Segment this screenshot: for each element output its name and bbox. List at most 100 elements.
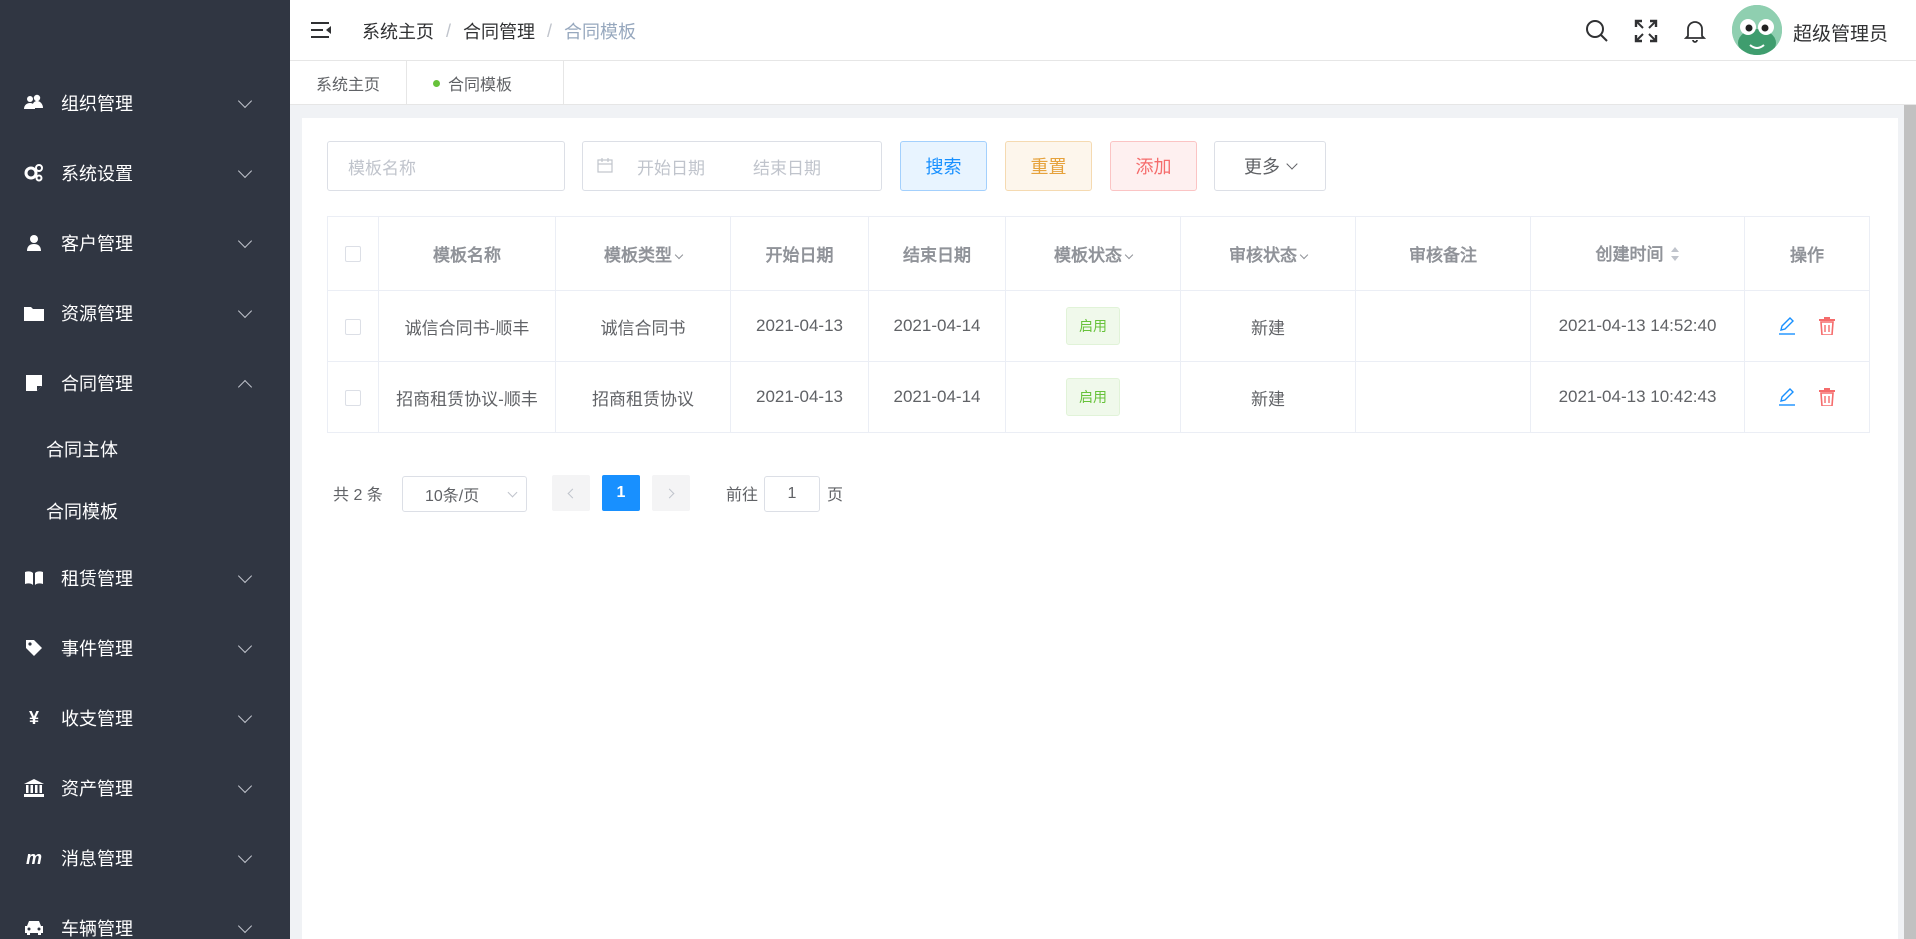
sidebar-item-label: 合同管理 bbox=[61, 374, 133, 394]
breadcrumb-separator: / bbox=[547, 20, 553, 41]
cell-audit: 新建 bbox=[1180, 361, 1356, 433]
edit-icon[interactable] bbox=[1775, 314, 1799, 338]
chevron-left-icon bbox=[567, 488, 578, 498]
end-date-input[interactable]: 结束日期 bbox=[753, 154, 821, 179]
tab-label: 合同模板 bbox=[448, 77, 513, 94]
column-header-created[interactable]: 创建时间 bbox=[1530, 216, 1745, 291]
sidebar-subitem-label: 合同主体 bbox=[46, 440, 118, 460]
table-row: 招商租赁协议-顺丰 招商租赁协议 2021-04-13 2021-04-14 启… bbox=[327, 361, 1870, 433]
avatar[interactable] bbox=[1732, 5, 1782, 55]
row-checkbox[interactable] bbox=[345, 389, 361, 406]
search-icon[interactable] bbox=[1584, 18, 1610, 44]
start-date-input[interactable]: 开始日期 bbox=[637, 154, 705, 179]
chevron-down-icon bbox=[237, 918, 253, 934]
chevron-down-icon bbox=[237, 848, 253, 864]
template-name-input[interactable]: 模板名称 bbox=[327, 141, 565, 191]
column-header-status[interactable]: 模板状态 bbox=[1005, 216, 1181, 291]
sidebar-item-lease[interactable]: 租赁管理 bbox=[0, 543, 290, 613]
add-button[interactable]: 添加 bbox=[1110, 141, 1197, 191]
cell-name: 诚信合同书-顺丰 bbox=[378, 290, 556, 362]
username[interactable]: 超级管理员 bbox=[1793, 19, 1888, 46]
sidebar-item-finance[interactable]: ¥ 收支管理 bbox=[0, 683, 290, 753]
column-header-label: 创建时间 bbox=[1595, 245, 1664, 265]
sidebar-item-resources[interactable]: 资源管理 bbox=[0, 278, 290, 348]
chevron-right-icon bbox=[664, 488, 675, 498]
column-header-label: 模板类型 bbox=[604, 246, 672, 265]
cell-remark bbox=[1355, 361, 1531, 433]
table-row: 诚信合同书-顺丰 诚信合同书 2021-04-13 2021-04-14 启用 … bbox=[327, 290, 1870, 362]
gears-icon bbox=[24, 163, 44, 183]
bank-icon bbox=[24, 778, 44, 798]
select-all-checkbox[interactable] bbox=[345, 246, 361, 263]
sidebar-item-vehicles[interactable]: 车辆管理 bbox=[0, 893, 290, 939]
sidebar-item-contracts[interactable]: 合同管理 bbox=[0, 348, 290, 418]
fullscreen-icon[interactable] bbox=[1633, 18, 1659, 44]
hamburger-icon[interactable] bbox=[310, 19, 332, 41]
sidebar: 组织管理 系统设置 客户管理 资源管理 合同管理 合同主体 合同模板 租赁管理 … bbox=[0, 0, 290, 939]
page-number-1[interactable]: 1 bbox=[602, 475, 640, 511]
edit-icon[interactable] bbox=[1775, 385, 1799, 409]
goto-page-input[interactable]: 1 bbox=[764, 476, 820, 512]
tab-home[interactable]: 系统主页 bbox=[290, 61, 408, 105]
column-header: 模板名称 bbox=[378, 216, 556, 291]
page-size-label: 10条/页 bbox=[425, 488, 480, 505]
filter-caret-icon bbox=[674, 250, 684, 260]
goto-label: 前往 bbox=[726, 487, 759, 504]
column-header-type[interactable]: 模板类型 bbox=[555, 216, 731, 291]
delete-icon[interactable] bbox=[1815, 314, 1839, 338]
prev-page-button[interactable] bbox=[552, 475, 590, 511]
templates-table: 模板名称 模板类型 开始日期 结束日期 模板状态 审核状态 审核备注 创建时间 … bbox=[327, 216, 1870, 433]
more-label: 更多 bbox=[1244, 157, 1280, 177]
cell-type: 招商租赁协议 bbox=[555, 361, 731, 433]
sidebar-item-label: 车辆管理 bbox=[61, 919, 133, 939]
sidebar-item-events[interactable]: 事件管理 bbox=[0, 613, 290, 683]
column-header: 结束日期 bbox=[868, 216, 1006, 291]
chevron-down-icon bbox=[237, 233, 253, 249]
car-icon bbox=[24, 918, 44, 938]
sidebar-item-customers[interactable]: 客户管理 bbox=[0, 208, 290, 278]
sidebar-subitem-contract-subject[interactable]: 合同主体 bbox=[0, 418, 290, 480]
breadcrumb: 系统主页 / 合同管理 / 合同模板 bbox=[362, 18, 636, 44]
row-checkbox[interactable] bbox=[345, 318, 361, 335]
next-page-button[interactable] bbox=[652, 475, 690, 511]
search-button[interactable]: 搜索 bbox=[900, 141, 987, 191]
chevron-down-icon bbox=[237, 568, 253, 584]
tab-contract-template[interactable]: 合同模板 bbox=[407, 61, 564, 105]
sidebar-item-settings[interactable]: 系统设置 bbox=[0, 138, 290, 208]
calendar-icon bbox=[597, 157, 613, 178]
chevron-down-icon bbox=[237, 778, 253, 794]
date-range-picker[interactable]: 开始日期 结束日期 bbox=[582, 141, 882, 191]
column-header: 审核备注 bbox=[1355, 216, 1531, 291]
users-icon bbox=[24, 93, 44, 113]
cell-start: 2021-04-13 bbox=[730, 290, 869, 362]
input-placeholder: 模板名称 bbox=[348, 158, 416, 178]
breadcrumb-item-home[interactable]: 系统主页 bbox=[362, 18, 434, 44]
reset-button[interactable]: 重置 bbox=[1005, 141, 1092, 191]
chevron-down-icon bbox=[237, 638, 253, 654]
sidebar-subitem-contract-template[interactable]: 合同模板 bbox=[0, 480, 290, 542]
sidebar-item-org[interactable]: 组织管理 bbox=[0, 68, 290, 138]
filter-caret-icon bbox=[1299, 250, 1309, 260]
more-dropdown[interactable]: 更多 bbox=[1214, 141, 1326, 191]
cell-start: 2021-04-13 bbox=[730, 361, 869, 433]
page-size-select[interactable]: 10条/页 bbox=[402, 476, 527, 512]
sidebar-item-messages[interactable]: m 消息管理 bbox=[0, 823, 290, 893]
sort-icon[interactable] bbox=[1670, 246, 1680, 267]
cell-status: 启用 bbox=[1005, 290, 1181, 362]
cell-end: 2021-04-14 bbox=[868, 361, 1006, 433]
breadcrumb-item-contracts[interactable]: 合同管理 bbox=[463, 18, 535, 44]
sidebar-item-assets[interactable]: 资产管理 bbox=[0, 753, 290, 823]
header: 系统主页 / 合同管理 / 合同模板 超级管理员 bbox=[290, 0, 1916, 61]
chevron-down-icon bbox=[1286, 157, 1298, 170]
sidebar-item-label: 客户管理 bbox=[61, 234, 133, 254]
column-header-audit[interactable]: 审核状态 bbox=[1180, 216, 1356, 291]
contract-icon bbox=[24, 373, 44, 393]
scrollbar[interactable] bbox=[1904, 105, 1916, 939]
bell-icon[interactable] bbox=[1682, 18, 1708, 44]
cell-created: 2021-04-13 10:42:43 bbox=[1530, 361, 1745, 433]
column-header-label: 审核状态 bbox=[1229, 246, 1297, 265]
breadcrumb-separator: / bbox=[446, 20, 452, 41]
pagination-total: 共 2 条 bbox=[333, 487, 383, 504]
status-badge: 启用 bbox=[1066, 307, 1120, 345]
delete-icon[interactable] bbox=[1815, 385, 1839, 409]
